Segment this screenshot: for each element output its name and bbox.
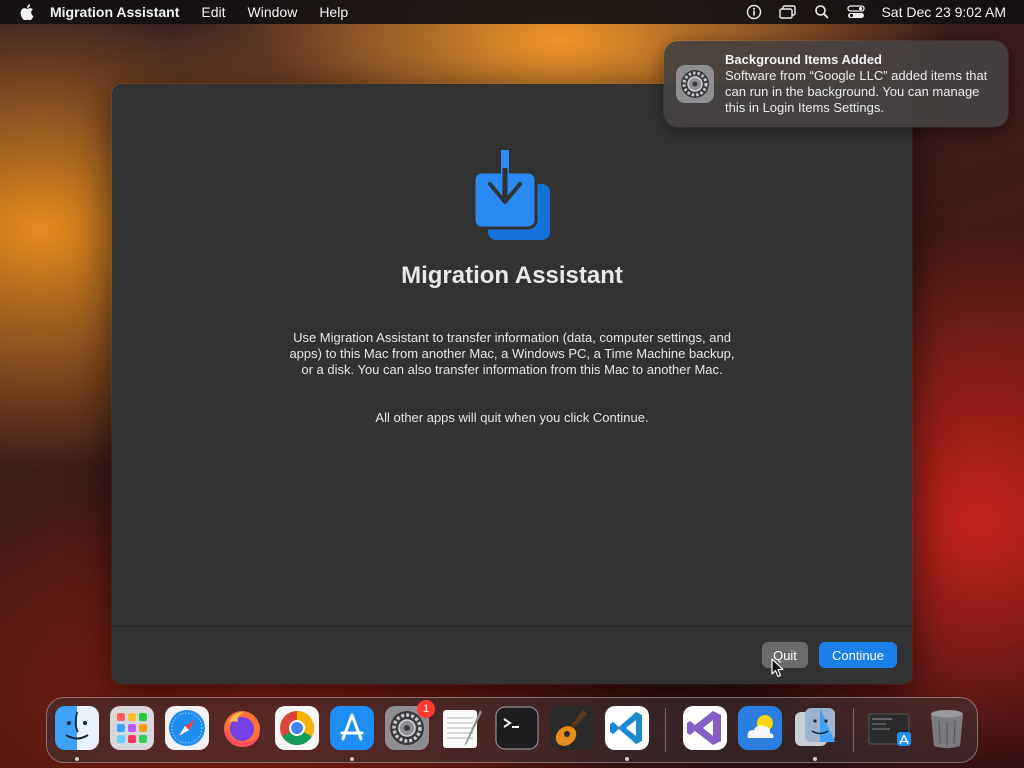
dock-separator	[665, 708, 666, 752]
menu-edit[interactable]: Edit	[201, 4, 225, 20]
dock-app-store-icon[interactable]	[330, 706, 374, 750]
dock-system-settings-icon[interactable]: 1	[385, 700, 435, 750]
dock-running-indicator	[75, 757, 79, 761]
menu-bar-clock[interactable]: Sat Dec 23 9:02 AM	[881, 4, 1006, 20]
footer-divider	[112, 626, 912, 627]
dock-running-indicator	[813, 757, 817, 761]
menu-bar: Migration Assistant Edit Window Help Sat…	[0, 0, 1024, 24]
migration-assistant-window: Migration Assistant Use Migration Assist…	[112, 84, 912, 684]
dock-migration-assistant-icon[interactable]	[793, 706, 837, 750]
dock: 1	[46, 697, 978, 763]
dock-running-indicator	[625, 757, 629, 761]
quit-button[interactable]: Quit	[762, 642, 808, 668]
mouse-cursor-icon	[771, 658, 785, 678]
window-title: Migration Assistant	[401, 262, 623, 289]
dock-garageband-icon[interactable]	[550, 706, 594, 750]
migration-assistant-icon	[470, 150, 556, 244]
dock-textedit-icon[interactable]	[440, 706, 484, 750]
dock-safari-icon[interactable]	[165, 706, 209, 750]
notification-title: Background Items Added	[725, 52, 882, 67]
dock-terminal-icon[interactable]	[495, 706, 539, 750]
menu-app-name[interactable]: Migration Assistant	[50, 4, 179, 20]
dock-chrome-icon[interactable]	[275, 706, 319, 750]
menu-bar-status-area: Sat Dec 23 9:02 AM	[745, 3, 1024, 21]
control-center-icon[interactable]	[847, 3, 866, 21]
search-icon[interactable]	[813, 3, 831, 21]
apple-menu-icon[interactable]	[18, 3, 36, 21]
system-settings-icon	[676, 65, 714, 103]
menu-help[interactable]: Help	[319, 4, 348, 20]
continue-button[interactable]: Continue	[819, 642, 897, 668]
dock-separator	[853, 708, 854, 752]
notification-badge: 1	[417, 700, 435, 718]
dock-launchpad-icon[interactable]	[110, 706, 154, 750]
dock-weather-icon[interactable]	[738, 706, 782, 750]
dock-trash-icon[interactable]	[925, 706, 969, 750]
dock-finder-icon[interactable]	[55, 706, 99, 750]
notification-banner[interactable]: Background Items Added Software from “Go…	[664, 41, 1008, 127]
menu-window[interactable]: Window	[248, 4, 298, 20]
dock-screenshot-thumbnail-icon[interactable]	[867, 706, 911, 750]
dock-visual-studio-icon[interactable]	[683, 706, 727, 750]
notification-body: Software from “Google LLC” added items t…	[725, 68, 988, 115]
dock-firefox-icon[interactable]	[220, 706, 264, 750]
window-note: All other apps will quit when you click …	[375, 410, 649, 425]
dock-vscode-icon[interactable]	[605, 706, 649, 750]
window-description: Use Migration Assistant to transfer info…	[289, 330, 735, 377]
dock-running-indicator	[350, 757, 354, 761]
accessibility-icon[interactable]	[745, 3, 763, 21]
screen-mirroring-icon[interactable]	[779, 3, 797, 21]
